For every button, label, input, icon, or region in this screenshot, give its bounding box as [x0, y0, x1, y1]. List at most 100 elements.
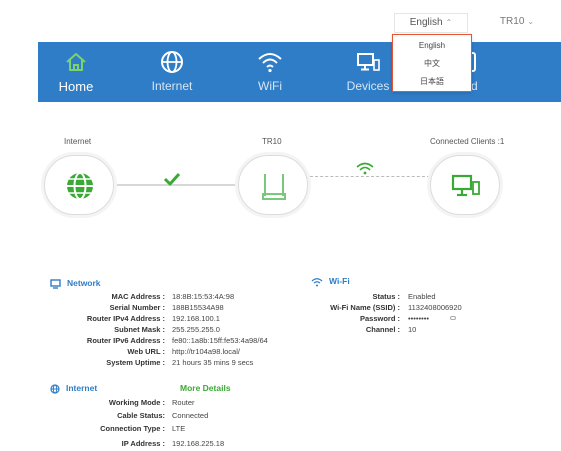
- info-value: 188B15534A98: [172, 303, 224, 312]
- router-node[interactable]: [238, 155, 308, 215]
- info-row: Serial Number :: [0, 302, 165, 313]
- topology-internet-label: Internet: [64, 137, 92, 146]
- info-row: IP Address :: [0, 438, 165, 449]
- language-dropdown-menu: English 中文 日本語: [392, 34, 472, 92]
- info-key: Password :: [359, 314, 400, 323]
- info-row: 1132408006920: [408, 302, 518, 313]
- info-row: Channel :: [300, 324, 400, 335]
- connected-check-icon: [163, 172, 181, 186]
- nav-label-internet: Internet: [151, 79, 193, 93]
- network-icon: [50, 279, 61, 289]
- info-row: 192.168.100.1: [172, 313, 292, 324]
- info-row: Enabled: [408, 291, 518, 302]
- info-value: 21 hours 35 mins 9 secs: [172, 358, 254, 367]
- info-value: LTE: [172, 424, 186, 433]
- nav-item-home[interactable]: Home: [26, 42, 126, 102]
- info-row: Wi-Fi Name (SSID) :: [300, 302, 400, 313]
- info-key: IP Address :: [121, 439, 165, 448]
- info-row: 21 hours 35 mins 9 secs: [172, 357, 292, 368]
- info-key: Serial Number :: [109, 303, 165, 312]
- info-value: Connected: [172, 411, 209, 420]
- wifi-title-text: Wi-Fi: [329, 276, 350, 286]
- info-key: Wi-Fi Name (SSID) :: [330, 303, 400, 312]
- info-key: Cable Status:: [117, 411, 165, 420]
- show-password-icon[interactable]: [450, 316, 456, 320]
- info-row: Connected: [172, 410, 292, 421]
- info-row: MAC Address :: [0, 291, 165, 302]
- info-row: http://tr104a98.local/: [172, 346, 292, 357]
- language-selector[interactable]: English ⌃: [394, 13, 468, 33]
- language-option-chinese[interactable]: 中文: [393, 56, 471, 71]
- info-row: Working Mode :: [0, 397, 165, 408]
- wireless-link-icon: [356, 162, 374, 175]
- chevron-down-icon: ⌄: [527, 17, 535, 26]
- info-value: 192.168.100.1: [172, 314, 220, 323]
- nav-label-wifi: WiFi: [258, 79, 282, 93]
- info-value: 1132408006920: [408, 303, 462, 312]
- info-row: Cable Status:: [0, 410, 165, 421]
- language-selector-label: English: [409, 17, 443, 28]
- language-option-japanese[interactable]: 日本語: [393, 74, 471, 89]
- network-title-text: Network: [67, 278, 101, 288]
- info-value: 18:8B:15:53:4A:98: [172, 292, 235, 301]
- info-row: Router IPv4 Address :: [0, 313, 165, 324]
- topology-router-label: TR10: [262, 137, 282, 146]
- info-row: 10: [408, 324, 518, 335]
- info-key: MAC Address :: [111, 292, 165, 301]
- info-row: 192.168.225.18: [172, 438, 292, 449]
- info-key: Router IPv6 Address :: [86, 336, 165, 345]
- info-value: 255.255.255.0: [172, 325, 220, 334]
- globe-icon: [67, 172, 93, 200]
- info-value: http://tr104a98.local/: [172, 347, 240, 356]
- topology-clients-label: Connected Clients :1: [430, 137, 505, 146]
- devices-icon: [451, 174, 480, 197]
- info-row: Router IPv6 Address :: [0, 335, 165, 346]
- chevron-up-icon: ⌃: [445, 18, 453, 27]
- globe-icon: [50, 384, 60, 394]
- model-selector[interactable]: TR10 ⌄: [487, 13, 547, 33]
- info-row: Subnet Mask :: [0, 324, 165, 335]
- info-row: Web URL :: [0, 346, 165, 357]
- info-value: 192.168.225.18: [172, 439, 225, 448]
- info-key: Web URL :: [127, 347, 165, 356]
- wifi-section-title: Wi-Fi: [311, 276, 350, 287]
- internet-section-title: Internet: [50, 383, 97, 394]
- info-value: Enabled: [408, 292, 436, 301]
- info-key: Status :: [372, 292, 400, 301]
- info-row: Password :: [300, 313, 400, 324]
- top-bar: English ⌃ TR10 ⌄: [0, 0, 561, 42]
- info-key: Channel :: [365, 325, 400, 334]
- info-key: Connection Type :: [100, 424, 165, 433]
- internet-node[interactable]: [44, 155, 114, 215]
- info-row: 255.255.255.0: [172, 324, 292, 335]
- router-clients-link: [310, 176, 430, 177]
- wifi-icon: [258, 53, 282, 73]
- info-value: Router: [172, 398, 195, 407]
- info-value: 10: [408, 325, 417, 334]
- internet-title-text: Internet: [66, 383, 98, 393]
- network-section-title: Network: [50, 278, 101, 289]
- info-value: fe80::1a8b:15ff:fe53:4a98/64: [172, 336, 268, 345]
- model-selector-label: TR10: [499, 16, 525, 27]
- more-details-link[interactable]: More Details: [180, 383, 231, 393]
- wifi-icon: [311, 277, 323, 287]
- info-key: Working Mode :: [108, 398, 165, 407]
- info-value: ••••••••: [408, 314, 430, 323]
- clients-node[interactable]: [430, 155, 500, 215]
- info-row: ••••••••: [408, 313, 518, 324]
- info-row: LTE: [172, 423, 292, 434]
- info-key: System Uptime :: [106, 358, 165, 367]
- router-icon: [262, 174, 286, 200]
- info-row: Status :: [300, 291, 400, 302]
- info-key: Subnet Mask :: [114, 325, 165, 334]
- devices-icon: [357, 53, 380, 71]
- info-row: 188B15534A98: [172, 302, 292, 313]
- info-row: Connection Type :: [0, 423, 165, 434]
- language-option-english[interactable]: English: [393, 38, 471, 53]
- home-icon: [66, 53, 86, 71]
- info-row: 18:8B:15:53:4A:98: [172, 291, 292, 302]
- nav-item-wifi[interactable]: WiFi: [220, 42, 320, 102]
- nav-item-internet[interactable]: Internet: [122, 42, 222, 102]
- main-nav: Home Internet WiFi Devices ced: [38, 42, 561, 102]
- info-row: Router: [172, 397, 292, 408]
